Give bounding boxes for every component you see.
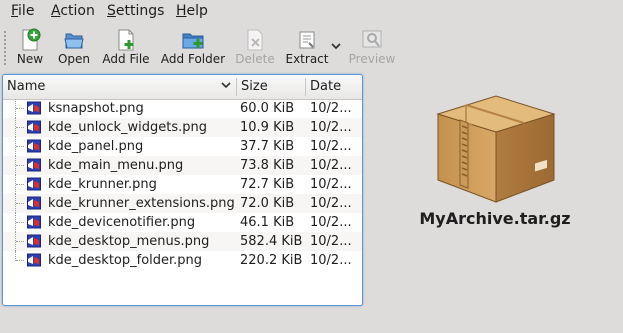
file-name: kde_krunner.png bbox=[48, 177, 157, 192]
tree-branch-line bbox=[15, 118, 26, 137]
image-file-icon bbox=[27, 158, 41, 172]
new-document-icon bbox=[22, 28, 41, 51]
new-button-label: New bbox=[16, 52, 44, 66]
table-row[interactable]: kde_panel.png 37.7 KiB 10/2... bbox=[3, 137, 362, 156]
file-name: kde_desktop_menus.png bbox=[48, 234, 210, 249]
menu-help[interactable]: Help bbox=[176, 3, 208, 19]
image-file-icon bbox=[27, 253, 41, 267]
file-name: kde_devicenotifier.png bbox=[48, 215, 196, 230]
file-name: kde_desktop_folder.png bbox=[48, 253, 203, 268]
column-divider[interactable] bbox=[236, 78, 237, 96]
archive-name: MyArchive.tar.gz bbox=[419, 209, 571, 228]
tree-branch-line bbox=[15, 99, 26, 118]
extract-button[interactable]: Extract bbox=[284, 26, 330, 70]
open-button-label: Open bbox=[57, 52, 91, 66]
extract-dropdown-arrow-icon[interactable] bbox=[329, 40, 343, 52]
add-file-button-label: Add File bbox=[102, 52, 150, 66]
tree-branch-line bbox=[15, 213, 26, 232]
table-row[interactable]: ksnapshot.png 60.0 KiB 10/2... bbox=[3, 99, 362, 118]
file-date: 10/2... bbox=[310, 234, 352, 249]
image-file-icon bbox=[27, 234, 41, 248]
image-file-icon bbox=[27, 196, 41, 210]
file-date: 10/2... bbox=[310, 101, 352, 116]
file-size: 10.9 KiB bbox=[240, 120, 295, 135]
delete-button-label: Delete bbox=[235, 52, 275, 66]
preview-button[interactable]: Preview bbox=[346, 26, 398, 70]
image-file-icon bbox=[27, 101, 41, 115]
column-header-name[interactable]: Name bbox=[7, 79, 45, 94]
add-folder-button[interactable]: Add Folder bbox=[160, 26, 226, 70]
file-name: ksnapshot.png bbox=[48, 101, 144, 116]
add-folder-button-label: Add Folder bbox=[160, 52, 226, 66]
file-date: 10/2... bbox=[310, 215, 352, 230]
tree-branch-line bbox=[15, 156, 26, 175]
table-row[interactable]: kde_krunner_extensions.png 72.0 KiB 10/2..… bbox=[3, 194, 362, 213]
column-divider[interactable] bbox=[305, 78, 306, 96]
add-file-icon bbox=[118, 29, 134, 51]
image-file-icon bbox=[27, 120, 41, 134]
preview-button-label: Preview bbox=[348, 52, 396, 66]
file-size: 220.2 KiB bbox=[240, 253, 303, 268]
menu-action[interactable]: Action bbox=[51, 3, 95, 19]
file-name: kde_main_menu.png bbox=[48, 158, 184, 173]
table-row[interactable]: kde_unlock_widgets.png 10.9 KiB 10/2... bbox=[3, 118, 362, 137]
file-size: 37.7 KiB bbox=[240, 139, 295, 154]
file-date: 10/2... bbox=[310, 196, 352, 211]
file-name: kde_panel.png bbox=[48, 139, 144, 154]
delete-button[interactable]: Delete bbox=[234, 26, 276, 70]
table-row[interactable]: kde_krunner.png 72.7 KiB 10/2... bbox=[3, 175, 362, 194]
table-row[interactable]: kde_main_menu.png 73.8 KiB 10/2... bbox=[3, 156, 362, 175]
sort-descending-icon bbox=[221, 82, 231, 89]
tree-branch-line bbox=[15, 137, 26, 156]
add-folder-icon bbox=[182, 33, 204, 49]
extract-button-label: Extract bbox=[285, 52, 329, 66]
file-size: 582.4 KiB bbox=[240, 234, 303, 249]
tree-branch-line bbox=[15, 194, 26, 213]
table-row[interactable]: kde_devicenotifier.png 46.1 KiB 10/2... bbox=[3, 213, 362, 232]
add-file-button[interactable]: Add File bbox=[100, 26, 152, 70]
toolbar-grip[interactable] bbox=[3, 30, 7, 66]
open-button[interactable]: Open bbox=[54, 26, 94, 70]
menu-bar: File Action Settings Help bbox=[0, 0, 623, 24]
file-date: 10/2... bbox=[310, 253, 352, 268]
file-date: 10/2... bbox=[310, 177, 352, 192]
file-size: 46.1 KiB bbox=[240, 215, 295, 230]
tree-branch-line bbox=[15, 175, 26, 194]
image-file-icon bbox=[27, 139, 41, 153]
column-header-date[interactable]: Date bbox=[310, 79, 341, 94]
new-button[interactable]: New bbox=[10, 26, 50, 70]
tree-branch-line bbox=[15, 251, 26, 261]
open-archive-icon bbox=[64, 33, 84, 49]
table-row[interactable]: kde_desktop_menus.png 582.4 KiB 10/2... bbox=[3, 232, 362, 251]
tree-branch-line bbox=[15, 232, 26, 251]
file-size: 72.7 KiB bbox=[240, 177, 295, 192]
delete-icon bbox=[247, 29, 263, 51]
file-size: 72.0 KiB bbox=[240, 196, 295, 211]
column-header-size[interactable]: Size bbox=[241, 79, 268, 94]
file-date: 10/2... bbox=[310, 139, 352, 154]
image-file-icon bbox=[27, 215, 41, 229]
archive-file-list[interactable]: Name Size Date ksnapshot.png 60.0 KiB 10/2… bbox=[2, 74, 363, 306]
preview-icon bbox=[362, 30, 382, 48]
file-name: kde_krunner_extensions.png bbox=[48, 196, 235, 211]
menu-file[interactable]: File bbox=[11, 3, 34, 19]
package-archive-icon bbox=[436, 95, 556, 203]
file-name: kde_unlock_widgets.png bbox=[48, 120, 207, 135]
image-file-icon bbox=[27, 177, 41, 191]
file-size: 60.0 KiB bbox=[240, 101, 295, 116]
file-list-header: Name Size Date bbox=[3, 75, 362, 100]
extract-icon bbox=[299, 31, 315, 49]
file-size: 73.8 KiB bbox=[240, 158, 295, 173]
file-date: 10/2... bbox=[310, 120, 352, 135]
file-date: 10/2... bbox=[310, 158, 352, 173]
menu-settings[interactable]: Settings bbox=[107, 3, 164, 19]
table-row[interactable]: kde_desktop_folder.png 220.2 KiB 10/2... bbox=[3, 251, 362, 270]
